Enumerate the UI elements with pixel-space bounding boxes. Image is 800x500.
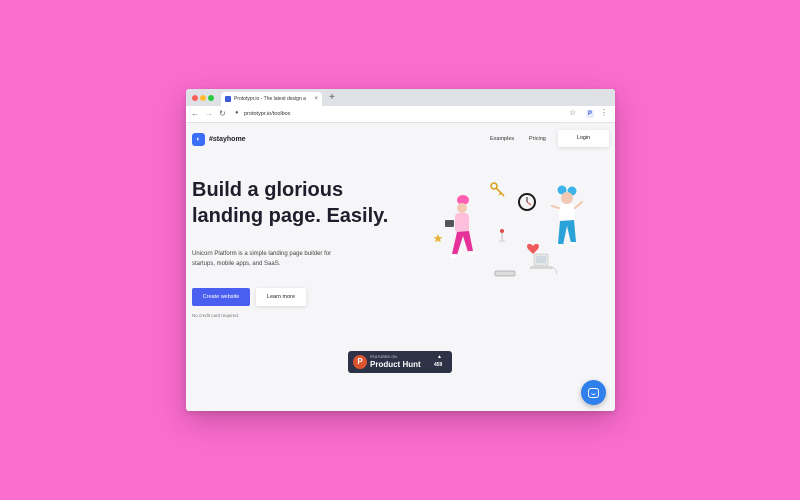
clock-icon [518,193,536,211]
heart-icon [527,243,539,254]
nav-pricing-link[interactable]: Pricing [529,136,546,142]
back-arrow-icon[interactable]: ← [191,109,199,119]
product-hunt-badge[interactable]: P FEATURED ON Product Hunt ▲ 459 [348,351,452,373]
star-decoration-icon [433,234,443,243]
key-icon [490,182,505,197]
product-hunt-featured-text: FEATURED ON [370,355,398,359]
product-hunt-name: Product Hunt [370,360,421,369]
favicon-icon [225,96,231,102]
hero-illustration [433,182,584,277]
more-menu-icon[interactable]: ⋮ [600,108,608,117]
hero-subtitle: Unicorn Platform is a simple landing pag… [192,251,332,267]
extension-icon[interactable]: P [586,110,594,118]
site-logo-icon[interactable]: ◐ [192,133,205,146]
product-hunt-logo-icon: P [353,355,367,369]
chat-icon [588,387,599,398]
new-tab-button[interactable]: + [329,91,335,105]
computer-icon [530,253,557,275]
login-button[interactable]: Login [558,130,609,147]
joystick-icon [499,229,505,243]
character-pink [445,195,475,258]
star-icon[interactable]: ☆ [569,108,576,117]
tab-bar: Prototypr.io - The latest design a × + [186,89,615,106]
lock-icon: ● [235,110,239,116]
upvote-arrow-icon: ▲ [437,354,442,360]
close-window-button[interactable] [192,95,198,101]
browser-tab[interactable]: Prototypr.io - The latest design a × [221,92,322,106]
reload-icon[interactable]: ↻ [219,109,226,119]
brand-name[interactable]: #stayhome [209,136,246,143]
device-icon [494,270,516,277]
nav-examples-link[interactable]: Examples [490,136,514,142]
tab-title: Prototypr.io - The latest design a [234,96,306,102]
maximize-window-button[interactable] [208,95,214,101]
upvote-count: 459 [434,362,443,368]
page-content: ◐ #stayhome Examples Pricing Login Build… [186,124,615,411]
chat-launcher-button[interactable] [581,380,606,405]
forward-arrow-icon[interactable]: → [205,109,213,119]
address-bar[interactable]: prototypr.io/toolbox [244,110,290,118]
learn-more-button[interactable]: Learn more [256,288,306,306]
create-website-button[interactable]: Create website [192,288,250,306]
browser-window: Prototypr.io - The latest design a × + ←… [186,89,615,411]
character-blue [550,185,584,247]
no-credit-card-note: No credit card required. [192,313,240,318]
hero-title: Build a glorious landing page. Easily. [192,179,389,227]
browser-toolbar: ← → ↻ ● prototypr.io/toolbox ☆ P ⋮ [186,106,615,123]
minimize-window-button[interactable] [200,95,206,101]
tab-close-icon[interactable]: × [314,96,318,102]
